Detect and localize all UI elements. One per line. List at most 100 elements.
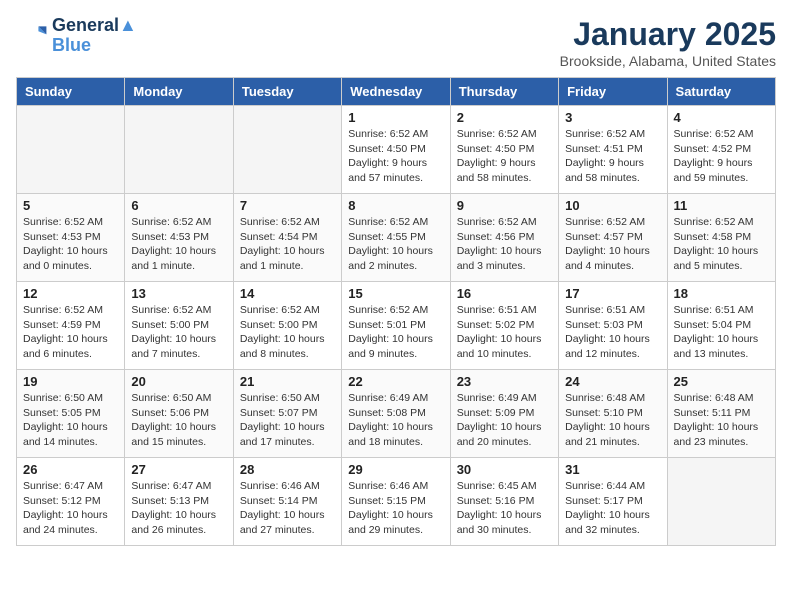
calendar-table: SundayMondayTuesdayWednesdayThursdayFrid… xyxy=(16,77,776,546)
day-number: 3 xyxy=(565,110,660,125)
day-number: 17 xyxy=(565,286,660,301)
day-number: 27 xyxy=(131,462,226,477)
day-number: 24 xyxy=(565,374,660,389)
calendar-cell: 18 Sunrise: 6:51 AM Sunset: 5:04 PM Dayli… xyxy=(667,282,775,370)
calendar-subtitle: Brookside, Alabama, United States xyxy=(560,53,776,69)
calendar-cell: 16 Sunrise: 6:51 AM Sunset: 5:02 PM Dayli… xyxy=(450,282,558,370)
day-info: Sunrise: 6:52 AM Sunset: 4:59 PM Dayligh… xyxy=(23,303,118,362)
day-number: 21 xyxy=(240,374,335,389)
calendar-body: 1 Sunrise: 6:52 AM Sunset: 4:50 PM Daylig… xyxy=(17,106,776,546)
calendar-cell: 19Sunrise: 6:50 AM Sunset: 5:05 PM Dayli… xyxy=(17,370,125,458)
calendar-cell: 25 Sunrise: 6:48 AM Sunset: 5:11 PM Dayli… xyxy=(667,370,775,458)
calendar-week-row: 1 Sunrise: 6:52 AM Sunset: 4:50 PM Daylig… xyxy=(17,106,776,194)
day-info: Sunrise: 6:51 AM Sunset: 5:03 PM Dayligh… xyxy=(565,303,660,362)
calendar-cell: 11 Sunrise: 6:52 AM Sunset: 4:58 PM Dayli… xyxy=(667,194,775,282)
day-number: 2 xyxy=(457,110,552,125)
day-number: 11 xyxy=(674,198,769,213)
calendar-cell: 31Sunrise: 6:44 AM Sunset: 5:17 PM Dayli… xyxy=(559,458,667,546)
day-info: Sunrise: 6:52 AM Sunset: 4:52 PM Dayligh… xyxy=(674,127,769,186)
calendar-cell: 12 Sunrise: 6:52 AM Sunset: 4:59 PM Dayli… xyxy=(17,282,125,370)
day-info: Sunrise: 6:52 AM Sunset: 4:58 PM Dayligh… xyxy=(674,215,769,274)
calendar-cell: 30 Sunrise: 6:45 AM Sunset: 5:16 PM Dayli… xyxy=(450,458,558,546)
calendar-cell: 3Sunrise: 6:52 AM Sunset: 4:51 PM Daylig… xyxy=(559,106,667,194)
day-info: Sunrise: 6:46 AM Sunset: 5:15 PM Dayligh… xyxy=(348,479,443,538)
day-number: 14 xyxy=(240,286,335,301)
weekday-header: Friday xyxy=(559,78,667,106)
day-info: Sunrise: 6:52 AM Sunset: 5:01 PM Dayligh… xyxy=(348,303,443,362)
day-number: 5 xyxy=(23,198,118,213)
day-number: 28 xyxy=(240,462,335,477)
day-info: Sunrise: 6:52 AM Sunset: 4:56 PM Dayligh… xyxy=(457,215,552,274)
calendar-cell: 7Sunrise: 6:52 AM Sunset: 4:54 PM Daylig… xyxy=(233,194,341,282)
day-number: 29 xyxy=(348,462,443,477)
calendar-cell: 24 Sunrise: 6:48 AM Sunset: 5:10 PM Dayli… xyxy=(559,370,667,458)
day-number: 1 xyxy=(348,110,443,125)
day-info: Sunrise: 6:45 AM Sunset: 5:16 PM Dayligh… xyxy=(457,479,552,538)
day-info: Sunrise: 6:48 AM Sunset: 5:10 PM Dayligh… xyxy=(565,391,660,450)
weekday-header: Saturday xyxy=(667,78,775,106)
day-number: 8 xyxy=(348,198,443,213)
calendar-cell: 1Sunrise: 6:52 AM Sunset: 4:50 PM Daylig… xyxy=(342,106,450,194)
calendar-cell: 6 Sunrise: 6:52 AM Sunset: 4:53 PM Daylig… xyxy=(125,194,233,282)
calendar-cell: 15 Sunrise: 6:52 AM Sunset: 5:01 PM Dayli… xyxy=(342,282,450,370)
calendar-cell: 27 Sunrise: 6:47 AM Sunset: 5:13 PM Dayli… xyxy=(125,458,233,546)
calendar-cell: 2 Sunrise: 6:52 AM Sunset: 4:50 PM Daylig… xyxy=(450,106,558,194)
calendar-cell: 23 Sunrise: 6:49 AM Sunset: 5:09 PM Dayli… xyxy=(450,370,558,458)
day-number: 10 xyxy=(565,198,660,213)
day-info: Sunrise: 6:50 AM Sunset: 5:05 PM Dayligh… xyxy=(23,391,118,450)
calendar-week-row: 5 Sunrise: 6:52 AM Sunset: 4:53 PM Daylig… xyxy=(17,194,776,282)
logo-icon xyxy=(16,20,48,52)
day-number: 6 xyxy=(131,198,226,213)
day-info: Sunrise: 6:52 AM Sunset: 4:50 PM Dayligh… xyxy=(457,127,552,186)
day-number: 23 xyxy=(457,374,552,389)
day-number: 18 xyxy=(674,286,769,301)
calendar-cell: 28 Sunrise: 6:46 AM Sunset: 5:14 PM Dayli… xyxy=(233,458,341,546)
calendar-cell: 20Sunrise: 6:50 AM Sunset: 5:06 PM Dayli… xyxy=(125,370,233,458)
calendar-cell: 5 Sunrise: 6:52 AM Sunset: 4:53 PM Daylig… xyxy=(17,194,125,282)
day-info: Sunrise: 6:52 AM Sunset: 4:53 PM Dayligh… xyxy=(23,215,118,274)
day-number: 30 xyxy=(457,462,552,477)
day-number: 16 xyxy=(457,286,552,301)
day-info: Sunrise: 6:48 AM Sunset: 5:11 PM Dayligh… xyxy=(674,391,769,450)
day-info: Sunrise: 6:49 AM Sunset: 5:08 PM Dayligh… xyxy=(348,391,443,450)
weekday-header: Wednesday xyxy=(342,78,450,106)
day-info: Sunrise: 6:50 AM Sunset: 5:07 PM Dayligh… xyxy=(240,391,335,450)
day-number: 12 xyxy=(23,286,118,301)
day-number: 15 xyxy=(348,286,443,301)
calendar-cell xyxy=(125,106,233,194)
calendar-title: January 2025 xyxy=(560,16,776,53)
logo-text: General▲ Blue xyxy=(52,16,137,56)
calendar-week-row: 19Sunrise: 6:50 AM Sunset: 5:05 PM Dayli… xyxy=(17,370,776,458)
weekday-header: Monday xyxy=(125,78,233,106)
day-number: 4 xyxy=(674,110,769,125)
weekday-header: Sunday xyxy=(17,78,125,106)
day-number: 31 xyxy=(565,462,660,477)
day-info: Sunrise: 6:52 AM Sunset: 5:00 PM Dayligh… xyxy=(240,303,335,362)
day-info: Sunrise: 6:49 AM Sunset: 5:09 PM Dayligh… xyxy=(457,391,552,450)
day-number: 7 xyxy=(240,198,335,213)
calendar-cell xyxy=(233,106,341,194)
calendar-cell: 21 Sunrise: 6:50 AM Sunset: 5:07 PM Dayli… xyxy=(233,370,341,458)
calendar-cell: 4 Sunrise: 6:52 AM Sunset: 4:52 PM Daylig… xyxy=(667,106,775,194)
calendar-cell: 14 Sunrise: 6:52 AM Sunset: 5:00 PM Dayli… xyxy=(233,282,341,370)
weekday-header: Thursday xyxy=(450,78,558,106)
day-number: 25 xyxy=(674,374,769,389)
day-info: Sunrise: 6:52 AM Sunset: 4:53 PM Dayligh… xyxy=(131,215,226,274)
calendar-cell xyxy=(667,458,775,546)
day-info: Sunrise: 6:52 AM Sunset: 4:57 PM Dayligh… xyxy=(565,215,660,274)
logo: General▲ Blue xyxy=(16,16,137,56)
day-info: Sunrise: 6:46 AM Sunset: 5:14 PM Dayligh… xyxy=(240,479,335,538)
day-info: Sunrise: 6:50 AM Sunset: 5:06 PM Dayligh… xyxy=(131,391,226,450)
day-info: Sunrise: 6:51 AM Sunset: 5:04 PM Dayligh… xyxy=(674,303,769,362)
day-info: Sunrise: 6:52 AM Sunset: 4:55 PM Dayligh… xyxy=(348,215,443,274)
calendar-cell: 17 Sunrise: 6:51 AM Sunset: 5:03 PM Dayli… xyxy=(559,282,667,370)
calendar-cell: 22 Sunrise: 6:49 AM Sunset: 5:08 PM Dayli… xyxy=(342,370,450,458)
day-info: Sunrise: 6:51 AM Sunset: 5:02 PM Dayligh… xyxy=(457,303,552,362)
day-number: 22 xyxy=(348,374,443,389)
title-section: January 2025 Brookside, Alabama, United … xyxy=(560,16,776,69)
calendar-cell xyxy=(17,106,125,194)
calendar-week-row: 26Sunrise: 6:47 AM Sunset: 5:12 PM Dayli… xyxy=(17,458,776,546)
day-info: Sunrise: 6:52 AM Sunset: 5:00 PM Dayligh… xyxy=(131,303,226,362)
day-info: Sunrise: 6:47 AM Sunset: 5:13 PM Dayligh… xyxy=(131,479,226,538)
day-info: Sunrise: 6:47 AM Sunset: 5:12 PM Dayligh… xyxy=(23,479,118,538)
